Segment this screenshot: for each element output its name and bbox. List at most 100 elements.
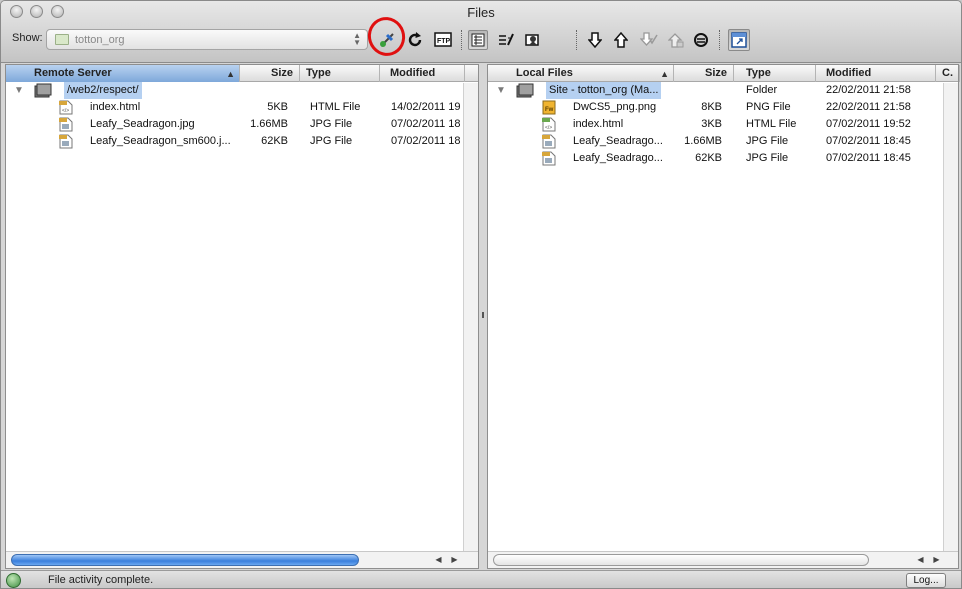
window-title: Files <box>467 5 495 20</box>
site-map-icon[interactable] <box>496 30 516 50</box>
file-type: JPG File <box>310 135 353 147</box>
check-out-icon[interactable] <box>639 30 659 50</box>
file-name: index.html <box>573 118 624 130</box>
file-type: JPG File <box>310 118 353 130</box>
local-checked-out-column-header[interactable]: C. <box>936 65 960 82</box>
table-row[interactable]: </> index.html 3KB HTML File 07/02/2011 … <box>488 116 958 133</box>
file-modified: 14/02/2011 19 <box>391 101 461 113</box>
file-name: Leafy_Seadragon.jpg <box>90 118 195 130</box>
file-name: Leafy_Seadrago... <box>573 152 663 164</box>
file-size: 5KB <box>267 101 288 113</box>
scroll-left-arrow-icon[interactable]: ◀ <box>432 554 445 566</box>
jpg-file-icon <box>542 151 556 166</box>
table-row[interactable]: Leafy_Seadragon.jpg 1.66MB JPG File 07/0… <box>6 116 478 133</box>
file-size: 62KB <box>261 135 288 147</box>
file-view-icon[interactable] <box>468 30 488 50</box>
check-in-icon[interactable] <box>666 30 686 50</box>
scroll-right-arrow-icon[interactable]: ▶ <box>448 554 461 566</box>
globe-icon <box>6 573 21 588</box>
remote-folder-row[interactable]: ▼ /web2/respect/ <box>6 82 478 99</box>
local-horizontal-scrollbar[interactable]: ◀ ▶ <box>488 551 958 568</box>
svg-text:</>: </> <box>62 108 69 114</box>
remote-server-pane[interactable]: Remote Server ▲ Size Type Modified ▼ /we… <box>5 64 479 569</box>
remote-modified-column-header[interactable]: Modified <box>380 65 465 82</box>
disclosure-triangle-icon[interactable]: ▼ <box>14 85 24 96</box>
file-size: 8KB <box>701 101 722 113</box>
remote-name-column-header[interactable]: Remote Server ▲ <box>6 65 240 82</box>
pane-divider[interactable] <box>480 64 486 569</box>
table-row[interactable]: Leafy_Seadrago... 1.66MB JPG File 07/02/… <box>488 133 958 150</box>
file-type: HTML File <box>746 118 797 130</box>
log-button[interactable]: Log... <box>906 573 946 588</box>
sort-ascending-icon: ▲ <box>660 69 669 79</box>
local-vertical-scrollbar[interactable] <box>943 83 958 552</box>
toolbar-separator <box>461 30 462 50</box>
folder-icon <box>55 34 69 45</box>
png-file-icon: Fw <box>542 100 556 115</box>
file-size: 1.66MB <box>250 118 288 130</box>
local-scroll-thumb[interactable] <box>493 554 869 566</box>
site-select[interactable]: totton_org ▲ ▼ <box>46 29 368 50</box>
file-name: DwCS5_png.png <box>573 101 657 113</box>
file-modified: 22/02/2011 21:58 <box>826 84 911 96</box>
local-modified-column-header[interactable]: Modified <box>816 65 936 82</box>
file-type: PNG File <box>746 101 791 113</box>
html-file-icon: </> <box>542 117 556 132</box>
toolbar-separator <box>576 30 577 50</box>
svg-text:FTP: FTP <box>437 38 451 45</box>
get-icon[interactable] <box>585 30 605 50</box>
synchronize-icon[interactable] <box>691 30 711 50</box>
file-type: JPG File <box>746 135 789 147</box>
file-name: Leafy_Seadragon_sm600.j... <box>90 135 231 147</box>
column-label: Local Files <box>516 67 573 79</box>
file-name: Leafy_Seadrago... <box>573 135 663 147</box>
refresh-icon[interactable] <box>405 30 425 50</box>
remote-header: Remote Server ▲ Size Type Modified <box>6 65 478 82</box>
local-name-column-header[interactable]: Local Files ▲ <box>488 65 674 82</box>
local-type-column-header[interactable]: Type <box>734 65 816 82</box>
file-size: 62KB <box>695 152 722 164</box>
file-modified: 07/02/2011 19:52 <box>826 118 911 130</box>
file-modified: 07/02/2011 18:45 <box>826 152 911 164</box>
table-row[interactable]: Leafy_Seadrago... 62KB JPG File 07/02/20… <box>488 150 958 167</box>
toolbar-separator <box>719 30 720 50</box>
remote-vertical-scrollbar[interactable] <box>463 83 478 552</box>
file-size: 3KB <box>701 118 722 130</box>
local-files-pane[interactable]: Local Files ▲ Size Type Modified C. ▼ Si… <box>487 64 960 569</box>
table-row[interactable]: Leafy_Seadragon_sm600.j... 62KB JPG File… <box>6 133 478 150</box>
svg-text:Fw: Fw <box>545 107 554 113</box>
scroll-right-arrow-icon[interactable]: ▶ <box>930 554 943 566</box>
table-row[interactable]: </> index.html 5KB HTML File 14/02/2011 … <box>6 99 478 116</box>
remote-folder-name: /web2/respect/ <box>64 82 142 99</box>
updown-arrows-icon: ▲ ▼ <box>353 31 361 47</box>
local-header: Local Files ▲ Size Type Modified C. <box>488 65 960 82</box>
file-type: JPG File <box>746 152 789 164</box>
svg-text:</>: </> <box>545 125 552 131</box>
disclosure-triangle-icon[interactable]: ▼ <box>496 85 506 96</box>
local-site-name: Site - totton_org (Ma... <box>546 82 662 99</box>
table-row[interactable]: Fw DwCS5_png.png 8KB PNG File 22/02/2011… <box>488 99 958 116</box>
remote-horizontal-scrollbar[interactable]: ◀ ▶ <box>6 551 478 568</box>
local-root-row[interactable]: ▼ Site - totton_org (Ma... Folder 22/02/… <box>488 82 958 99</box>
file-modified: 07/02/2011 18 <box>391 118 461 130</box>
jpg-file-icon <box>59 134 73 149</box>
expand-icon[interactable] <box>523 30 543 50</box>
sort-ascending-icon: ▲ <box>226 69 235 79</box>
jpg-file-icon <box>59 117 73 132</box>
server-folder-icon <box>34 83 52 98</box>
title-toolbar-area: Files Show: totton_org ▲ ▼ FTP <box>1 1 961 63</box>
expand-collapse-icon[interactable] <box>728 29 750 51</box>
remote-type-column-header[interactable]: Type <box>300 65 380 82</box>
site-folder-icon <box>516 83 534 98</box>
put-icon[interactable] <box>611 30 631 50</box>
status-text: File activity complete. <box>48 574 154 586</box>
files-window: Files Show: totton_org ▲ ▼ FTP Remote Se… <box>0 0 962 589</box>
remote-scroll-thumb[interactable] <box>11 554 359 566</box>
column-label: Remote Server <box>34 67 112 79</box>
ftp-log-icon[interactable]: FTP <box>433 30 453 50</box>
remote-size-column-header[interactable]: Size <box>240 65 300 82</box>
jpg-file-icon <box>542 134 556 149</box>
file-modified: 07/02/2011 18 <box>391 135 461 147</box>
scroll-left-arrow-icon[interactable]: ◀ <box>914 554 927 566</box>
local-size-column-header[interactable]: Size <box>674 65 734 82</box>
